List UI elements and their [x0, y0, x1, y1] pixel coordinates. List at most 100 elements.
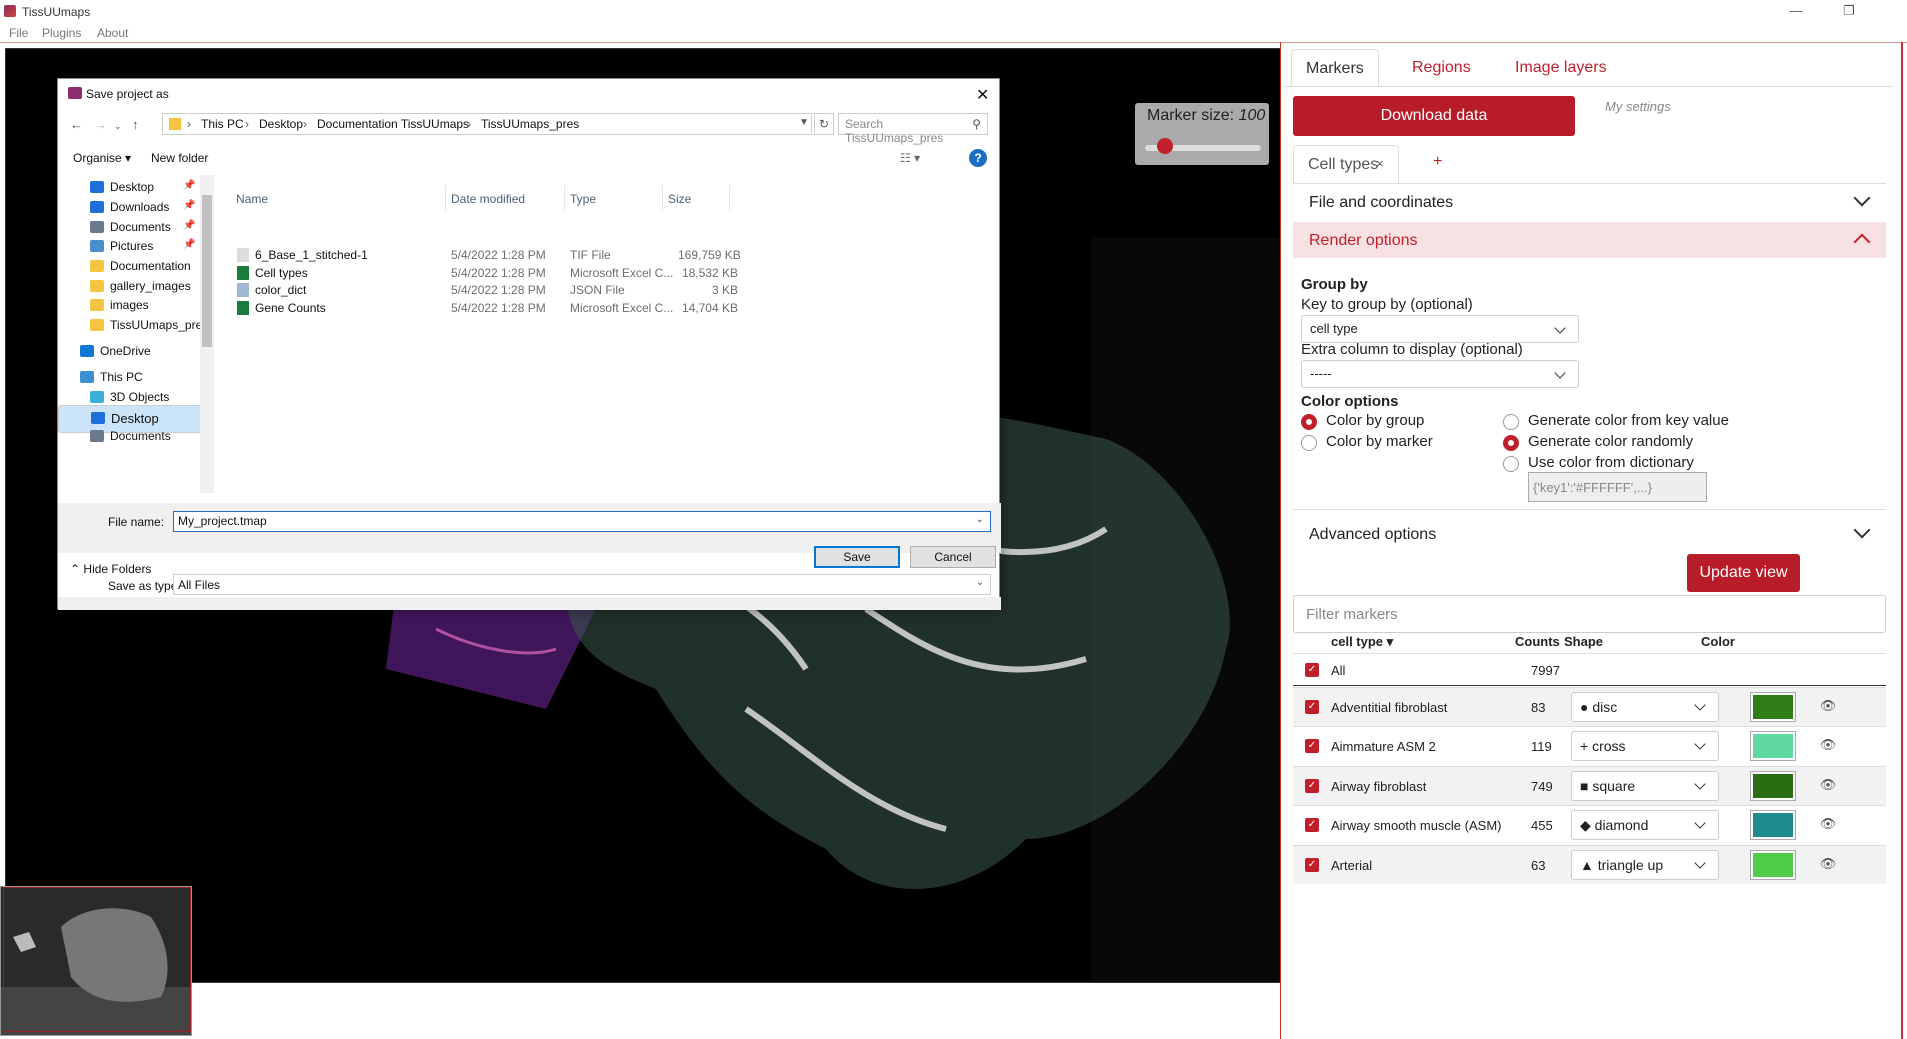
column-type[interactable]: Type — [570, 192, 596, 206]
color-swatch[interactable] — [1750, 692, 1796, 722]
color-swatch[interactable] — [1750, 810, 1796, 841]
color-swatch[interactable] — [1750, 731, 1796, 762]
breadcrumb-documentation[interactable]: Documentation TissUUmaps — [317, 117, 469, 131]
search-input[interactable]: Search TissUUmaps_pres ⚲ — [838, 113, 988, 145]
radio-color-by-group[interactable] — [1301, 414, 1317, 430]
menu-file[interactable]: File — [9, 26, 28, 40]
panel-divider[interactable] — [1280, 42, 1281, 1039]
shape-select[interactable]: ■ square — [1571, 770, 1719, 801]
shape-select[interactable]: + cross — [1571, 731, 1719, 762]
organise-button[interactable]: Organise ▾ — [73, 151, 131, 165]
extra-column-select[interactable]: ----- — [1301, 360, 1579, 388]
marker-row: ✓ Adventitial fibroblast 83 ● disc 👁 — [1293, 687, 1886, 726]
file-name-input[interactable]: My_project.tmap ⌄ — [173, 511, 991, 532]
shape-value: + cross — [1580, 738, 1626, 755]
chevron-down-icon[interactable]: ▼ — [799, 117, 809, 128]
marker-checkbox[interactable]: ✓ — [1305, 739, 1319, 754]
folder-icon — [90, 319, 104, 331]
my-settings-link[interactable]: My settings — [1605, 99, 1671, 114]
file-type: Microsoft Excel C... — [570, 265, 674, 280]
radio-gen-random[interactable] — [1503, 435, 1519, 451]
dict-input[interactable]: {'key1':'#FFFFFF',...} — [1528, 472, 1707, 502]
save-button[interactable]: Save — [814, 546, 900, 568]
menu-about[interactable]: About — [97, 26, 128, 40]
search-placeholder: Search TissUUmaps_pres — [845, 117, 944, 145]
key-label: Key to group by (optional) — [1301, 296, 1473, 313]
nav-item[interactable]: Documents — [58, 424, 193, 448]
radio-gen-from-key[interactable] — [1503, 414, 1519, 430]
hide-folders-button[interactable]: ⌃ Hide Folders — [70, 562, 151, 576]
filter-markers-input[interactable]: Filter markers — [1293, 595, 1886, 633]
marker-checkbox[interactable]: ✓ — [1305, 700, 1319, 714]
column-date[interactable]: Date modified — [451, 192, 525, 206]
breadcrumb-desktop[interactable]: Desktop — [259, 117, 303, 131]
restore-icon[interactable]: ❐ — [1826, 0, 1872, 23]
download-data-button[interactable]: Download data — [1293, 96, 1575, 136]
radio-color-by-marker[interactable] — [1301, 435, 1317, 451]
tab-markers[interactable]: Markers — [1291, 49, 1379, 87]
file-name: Cell types — [255, 265, 308, 280]
nav-scrollbar[interactable] — [200, 175, 214, 493]
eye-icon[interactable]: 👁 — [1818, 737, 1838, 757]
file-row[interactable]: Gene Counts 5/4/2022 1:28 PM Microsoft Exc… — [158, 298, 938, 318]
marker-checkbox[interactable]: ✓ — [1305, 818, 1319, 833]
marker-size-thumb[interactable] — [1156, 138, 1173, 154]
pin-icon[interactable]: 📌 — [183, 200, 195, 211]
chevron-down-icon[interactable]: ⌄ — [976, 514, 984, 525]
chevron-down-icon — [1694, 699, 1706, 711]
close-icon[interactable]: ✕ — [976, 85, 989, 105]
nav-item-label: TissUUmaps_pre — [110, 318, 200, 332]
help-icon[interactable]: ? — [969, 149, 987, 167]
section-title: File and coordinates — [1309, 194, 1454, 211]
header-cell-type[interactable]: cell type ▾ — [1331, 634, 1393, 650]
tab-regions[interactable]: Regions — [1398, 49, 1485, 87]
section-advanced[interactable]: Advanced options — [1293, 509, 1886, 547]
shape-select[interactable]: ▲ triangle up — [1571, 849, 1719, 880]
new-folder-button[interactable]: New folder — [151, 151, 208, 165]
eye-icon[interactable]: 👁 — [1818, 698, 1838, 718]
up-arrow-icon[interactable]: ↑ — [132, 117, 139, 132]
forward-arrow-icon[interactable]: → — [94, 117, 107, 132]
section-render-options[interactable]: Render options — [1293, 222, 1886, 258]
breadcrumb-current[interactable]: TissUUmaps_pres — [481, 117, 579, 131]
tab-image-layers[interactable]: Image layers — [1501, 49, 1621, 87]
checkbox-all[interactable]: ✓ — [1305, 663, 1319, 677]
folder-icon — [90, 280, 104, 292]
update-view-button[interactable]: Update view — [1687, 554, 1800, 592]
marker-checkbox[interactable]: ✓ — [1305, 778, 1319, 793]
back-arrow-icon[interactable]: ← — [70, 117, 83, 132]
radio-use-dict[interactable] — [1503, 456, 1519, 472]
file-date: 5/4/2022 1:28 PM — [451, 248, 546, 262]
eye-icon[interactable]: 👁 — [1818, 856, 1838, 876]
marker-checkbox[interactable]: ✓ — [1305, 857, 1319, 872]
chevron-down-icon[interactable]: ⌄ — [976, 577, 984, 588]
shape-select[interactable]: ● disc — [1571, 692, 1719, 722]
save-as-type-value: All Files — [178, 578, 221, 592]
pin-icon[interactable]: 📌 — [183, 220, 195, 231]
refresh-icon[interactable]: ↻ — [814, 113, 834, 135]
eye-icon[interactable]: 👁 — [1818, 816, 1838, 836]
cancel-button[interactable]: Cancel — [910, 546, 996, 568]
breadcrumb-this-pc[interactable]: This PC — [201, 117, 244, 131]
section-file-coordinates[interactable]: File and coordinates — [1293, 183, 1886, 221]
scrollbar[interactable] — [1901, 42, 1903, 1039]
key-select[interactable]: cell type — [1301, 315, 1579, 343]
add-tab-button[interactable]: + — [1433, 153, 1442, 171]
subtab-cell-types[interactable]: Cell types × — [1293, 145, 1399, 183]
close-tab-icon[interactable]: × — [1376, 156, 1384, 171]
view-options-icon[interactable]: ☷ ▾ — [900, 151, 920, 165]
shape-select[interactable]: ◆ diamond — [1571, 810, 1719, 841]
color-swatch[interactable] — [1750, 770, 1796, 801]
menu-plugins[interactable]: Plugins — [42, 26, 81, 40]
column-size[interactable]: Size — [668, 192, 691, 206]
eye-icon[interactable]: 👁 — [1818, 777, 1838, 797]
save-as-type-select[interactable]: All Files ⌄ — [173, 574, 991, 595]
minimize-icon[interactable]: — — [1773, 0, 1819, 23]
pin-icon[interactable]: 📌 — [183, 180, 195, 191]
chevron-down-icon[interactable]: ⌄ — [114, 121, 122, 132]
minimap[interactable] — [0, 886, 192, 1036]
address-bar[interactable]: › This PC › Desktop › Documentation Tiss… — [162, 113, 812, 135]
column-name[interactable]: Name — [236, 192, 268, 206]
color-swatch[interactable] — [1750, 849, 1796, 880]
nav-item[interactable]: OneDrive — [58, 339, 183, 363]
